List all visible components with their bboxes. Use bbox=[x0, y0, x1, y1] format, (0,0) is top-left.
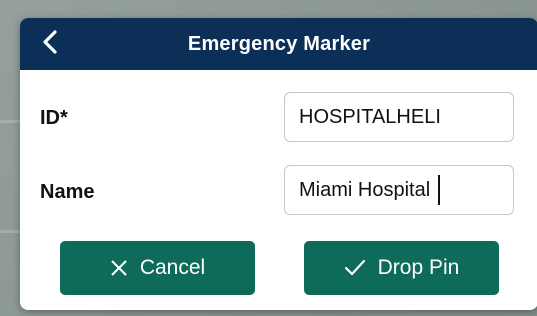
dialog-header: Emergency Marker bbox=[20, 18, 537, 70]
name-field-value: Miami Hospital bbox=[299, 178, 431, 201]
id-field-value: HOSPITALHELI bbox=[299, 105, 441, 128]
id-label: ID* bbox=[40, 107, 68, 129]
name-label: Name bbox=[40, 181, 95, 203]
map-road bbox=[0, 230, 20, 233]
dialog-title: Emergency Marker bbox=[187, 33, 371, 55]
cancel-button-label: Cancel bbox=[139, 256, 206, 279]
text-caret bbox=[438, 175, 441, 205]
cancel-button[interactable]: Cancel bbox=[60, 241, 255, 295]
drop-pin-button-label: Drop Pin bbox=[377, 256, 460, 279]
close-icon bbox=[110, 259, 128, 277]
name-field[interactable]: Miami Hospital bbox=[284, 165, 514, 215]
map-road bbox=[0, 120, 20, 123]
id-field[interactable]: HOSPITALHELI bbox=[284, 92, 514, 142]
back-button[interactable] bbox=[28, 22, 72, 66]
check-icon bbox=[344, 259, 366, 277]
drop-pin-button[interactable]: Drop Pin bbox=[304, 241, 499, 295]
chevron-left-icon bbox=[41, 29, 59, 60]
emergency-marker-dialog: Emergency Marker ID* HOSPITALHELI Name M… bbox=[20, 18, 537, 310]
